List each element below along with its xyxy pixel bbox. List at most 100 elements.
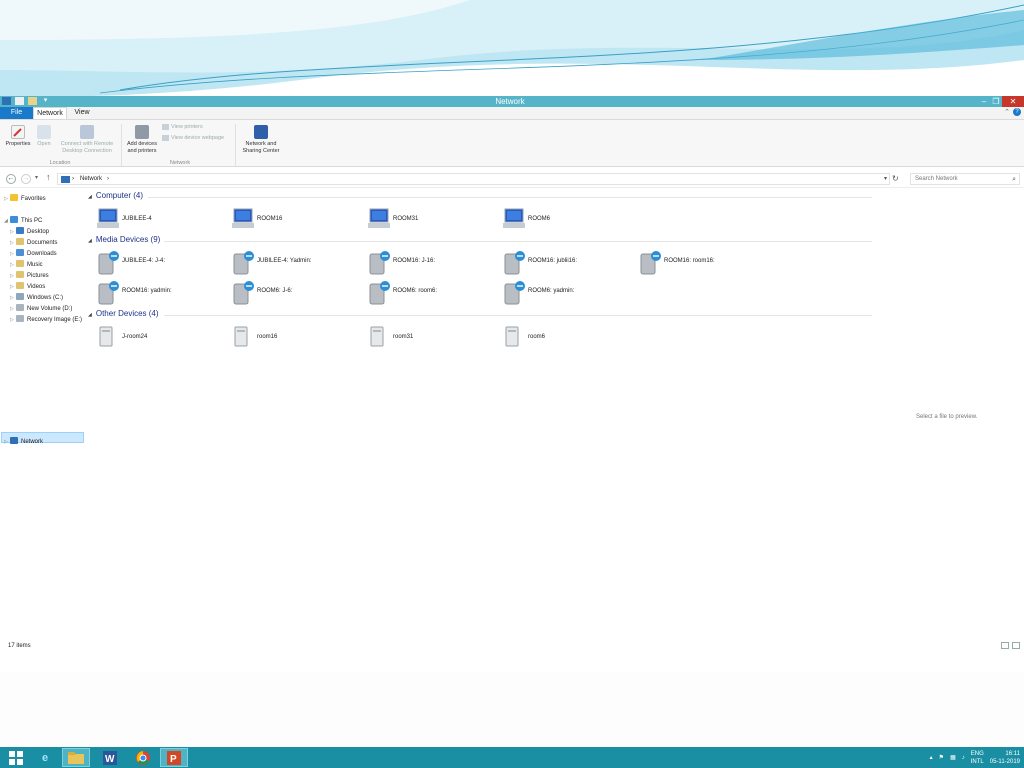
open-button[interactable]: Open	[34, 122, 54, 148]
refresh-icon[interactable]: ↻	[892, 174, 899, 183]
open-label: Open	[37, 141, 51, 147]
chrome-icon[interactable]	[129, 748, 157, 767]
up-button[interactable]: ↑	[46, 172, 51, 182]
volume-icon[interactable]: ♪	[962, 755, 965, 761]
search-placeholder: Search Network	[915, 176, 958, 182]
media-device-item[interactable]: ROOM16: yadmin:	[96, 280, 226, 305]
nav-network-label: Network	[21, 439, 44, 445]
show-hidden-icons-icon[interactable]: ▴	[930, 754, 933, 761]
large-icons-view-icon[interactable]	[1012, 642, 1020, 649]
word-icon[interactable]: W	[96, 748, 124, 767]
computer-icon	[232, 208, 254, 228]
view-printers-button[interactable]: View printers	[162, 124, 203, 130]
breadcrumb-chevron-icon[interactable]: ›	[107, 174, 109, 185]
computer-item-label: ROOM31	[393, 216, 419, 222]
nav-item-downloads[interactable]: ▷ Downloads	[10, 249, 57, 260]
computer-item[interactable]: ROOM31	[367, 208, 497, 232]
address-bar-row: ← → ▾ ↑ › Network › ▾ ↻ Search Network ⌕	[0, 170, 1024, 188]
group-collapse-icon[interactable]: ◢	[88, 194, 92, 200]
nav-item-new-volume[interactable]: ▷ New Volume (D:)	[10, 304, 72, 315]
group-collapse-icon[interactable]: ◢	[88, 238, 92, 244]
internet-explorer-icon[interactable]: e	[31, 748, 59, 767]
media-device-icon	[98, 251, 119, 275]
nav-music-label: Music	[27, 262, 43, 268]
network-sharing-center-button[interactable]: Network and Sharing Center	[238, 122, 284, 155]
media-device-item[interactable]: ROOM16: J-16:	[367, 250, 497, 275]
other-device-item[interactable]: J-room24	[96, 326, 226, 350]
start-button[interactable]	[2, 748, 30, 767]
properties-qat-icon[interactable]	[15, 97, 24, 105]
media-device-item[interactable]: ROOM16: jublii16:	[502, 250, 632, 275]
group-divider	[164, 315, 872, 316]
close-button[interactable]: ✕	[1002, 96, 1024, 107]
minimize-button[interactable]: –	[978, 96, 990, 107]
nav-item-favorites[interactable]: ▷ Favorites	[4, 194, 46, 205]
tab-file[interactable]: File	[0, 107, 33, 119]
address-bar[interactable]: › Network › ▾	[57, 173, 890, 185]
input-language[interactable]: ENG INTL	[971, 750, 984, 766]
group-header-computer[interactable]: ◢ Computer (4)	[88, 190, 143, 202]
nav-item-desktop[interactable]: ▷ Desktop	[10, 227, 49, 238]
media-device-item[interactable]: JUBILEE-4: Yadmin:	[231, 250, 361, 275]
nav-windows-c-label: Windows (C:)	[27, 295, 64, 301]
nav-item-documents[interactable]: ▷ Documents	[10, 238, 57, 249]
computer-item[interactable]: ROOM6	[502, 208, 632, 232]
search-input[interactable]: Search Network ⌕	[910, 173, 1020, 185]
file-explorer-icon[interactable]	[62, 748, 90, 767]
other-device-item[interactable]: room31	[367, 326, 497, 350]
nav-item-pictures[interactable]: ▷ Pictures	[10, 271, 49, 282]
group-collapse-icon[interactable]: ◢	[88, 312, 92, 318]
other-device-item[interactable]: room16	[231, 326, 361, 350]
group-header-other[interactable]: ◢ Other Devices (4)	[88, 308, 159, 320]
restore-button[interactable]: ❐	[990, 96, 1002, 107]
view-device-webpage-button[interactable]: View device webpage	[162, 135, 224, 141]
nav-item-videos[interactable]: ▷ Videos	[10, 282, 45, 293]
media-device-item[interactable]: JUBILEE-4: J-4:	[96, 250, 226, 275]
ribbon-separator	[121, 124, 122, 166]
action-center-icon[interactable]: ⚑	[939, 754, 944, 761]
quick-access-toolbar: ▾	[2, 97, 50, 105]
customize-qat-icon[interactable]: ▾	[41, 97, 50, 105]
computer-item[interactable]: ROOM16	[231, 208, 361, 232]
nav-item-this-pc[interactable]: ◢ This PC	[4, 216, 42, 227]
network-tray-icon[interactable]: ▦	[950, 754, 956, 761]
add-devices-button[interactable]: Add devices and printers	[123, 122, 161, 155]
address-dropdown-icon[interactable]: ▾	[884, 174, 887, 185]
computer-item[interactable]: JUBILEE-4	[96, 208, 226, 232]
nav-item-windows-c[interactable]: ▷ Windows (C:)	[10, 293, 63, 304]
forward-button[interactable]: →	[21, 174, 31, 184]
help-icon[interactable]: ?	[1013, 108, 1021, 116]
documents-icon	[16, 238, 24, 245]
drive-icon	[16, 304, 24, 311]
group-other-title: Other Devices (4)	[95, 309, 159, 318]
clock[interactable]: 16:11 05-11-2019	[990, 750, 1020, 766]
other-device-item[interactable]: room6	[502, 326, 632, 350]
media-device-item[interactable]: ROOM6: room6:	[367, 280, 497, 305]
breadcrumb-chevron-icon[interactable]: ›	[72, 174, 74, 185]
media-device-label: JUBILEE-4: J-4:	[122, 258, 166, 264]
recent-locations-icon[interactable]: ▾	[35, 174, 38, 181]
media-device-icon	[504, 281, 525, 305]
connect-remote-desktop-button[interactable]: Connect with Remote Desktop Connection	[56, 122, 118, 155]
nav-item-recovery[interactable]: ▷ Recovery Image (E:)	[10, 315, 82, 326]
nav-item-network[interactable]: ▷ Network	[4, 437, 43, 448]
tab-view[interactable]: View	[67, 107, 97, 119]
back-button[interactable]: ←	[6, 174, 16, 184]
details-view-icon[interactable]	[1001, 642, 1009, 649]
media-device-item[interactable]: ROOM6: yadmin:	[502, 280, 632, 305]
properties-icon	[11, 125, 25, 139]
ribbon-collapse-icon[interactable]: ⌃	[1004, 108, 1010, 116]
breadcrumb-network[interactable]: Network	[80, 174, 102, 185]
powerpoint-icon[interactable]: P	[160, 748, 188, 767]
properties-button[interactable]: Properties	[4, 122, 32, 148]
media-device-item[interactable]: ROOM16: room16:	[638, 250, 768, 275]
media-device-label: ROOM6: room6:	[393, 288, 438, 294]
group-header-media[interactable]: ◢ Media Devices (9)	[88, 234, 160, 246]
nav-new-volume-label: New Volume (D:)	[27, 306, 73, 312]
new-folder-qat-icon[interactable]	[28, 97, 37, 105]
group-divider	[148, 197, 872, 198]
nav-item-music[interactable]: ▷ Music	[10, 260, 43, 271]
media-device-item[interactable]: ROOM6: J-6:	[231, 280, 361, 305]
tab-network[interactable]: Network	[33, 107, 67, 119]
title-bar[interactable]: ▾ Network – ❐ ✕	[0, 96, 1024, 107]
